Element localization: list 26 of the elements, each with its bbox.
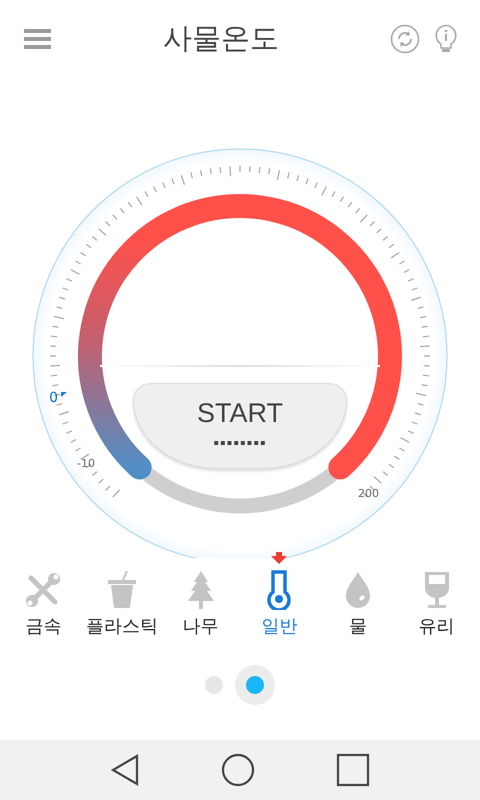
home-button[interactable] xyxy=(220,753,255,787)
menu-icon xyxy=(24,28,52,50)
material-tab[interactable]: 나무 xyxy=(162,550,239,650)
material-tab[interactable]: 물 xyxy=(320,550,396,650)
scale-label: 0 xyxy=(49,390,58,406)
home-icon xyxy=(220,753,255,787)
refresh-icon xyxy=(390,24,420,54)
recents-button[interactable] xyxy=(336,753,370,787)
menu-button[interactable] xyxy=(24,28,52,50)
material-tab[interactable]: 플라스틱 xyxy=(84,550,160,650)
recents-icon xyxy=(336,753,370,787)
app-title: 사물온도 xyxy=(163,20,279,57)
info-button[interactable] xyxy=(434,24,458,54)
page-indicator[interactable] xyxy=(235,665,275,705)
material-tab[interactable]: 일반 xyxy=(241,550,318,650)
arrow-down-icon xyxy=(271,552,288,564)
back-button[interactable] xyxy=(110,754,140,786)
material-tab[interactable]: 유리 xyxy=(398,550,475,650)
material-tab[interactable]: 금속 xyxy=(5,550,82,650)
lightbulb-icon xyxy=(434,24,458,54)
temperature-reading: ▪▪▪▪▪▪▪▪ xyxy=(213,435,267,453)
refresh-button[interactable] xyxy=(390,24,420,54)
scale-label: 200 xyxy=(358,486,379,500)
scale-label: -10 xyxy=(76,457,95,470)
back-icon xyxy=(110,754,140,786)
marker-icon xyxy=(61,392,68,397)
